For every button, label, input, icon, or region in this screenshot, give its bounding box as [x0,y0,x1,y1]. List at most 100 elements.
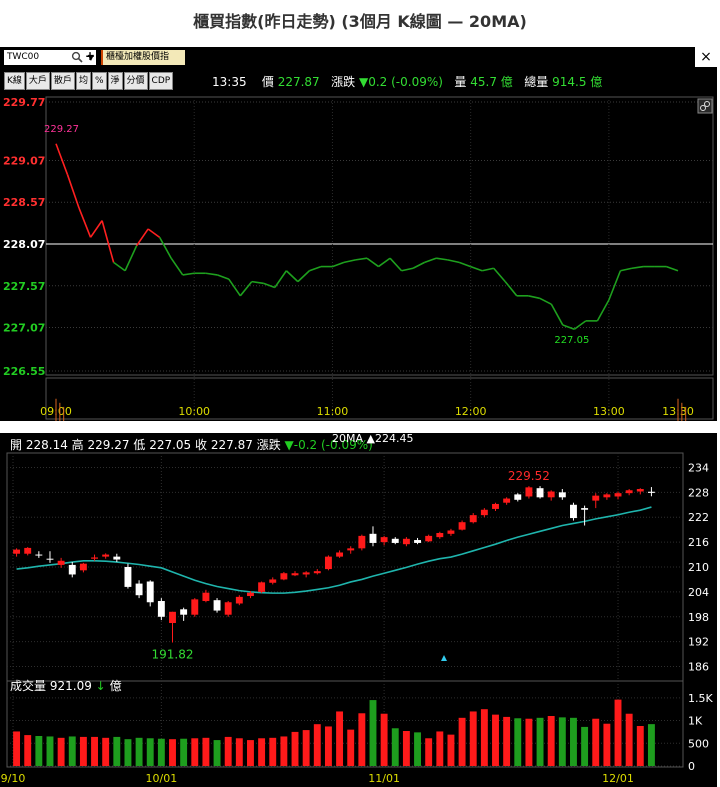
price-segment [113,261,126,272]
volume-bar [369,700,377,766]
volume-bar [547,716,555,766]
candle-body [402,538,410,545]
volume-bar [525,718,533,766]
candle-body [180,609,188,615]
candle-body [592,495,600,501]
y-tick-label: 222 [688,511,709,524]
price-segment [631,265,644,270]
search-icon[interactable] [71,51,83,63]
price-segment [401,267,414,272]
price-segment [147,228,161,238]
close-value: 227.87 [210,438,253,452]
low-value: 227.05 [149,438,192,452]
candle-body [57,560,65,565]
price-segment [539,297,552,305]
price-segment [135,228,149,247]
volume-bar [614,699,622,766]
price-segment [228,278,241,297]
daily-panel: 234 228 222 216 210 204 198 192 186 9/10 10/01 11/0… [0,432,717,787]
tab-2[interactable]: 散戶 [50,72,75,90]
x-tick-label: 12:00 [455,405,487,418]
tab-6[interactable]: 分價 [123,72,148,90]
price-segment [550,303,564,326]
y-tick-label: 228.07 [3,238,45,251]
quote-time: 13:35 [212,75,247,89]
price-segment [620,267,633,272]
volume-title-unit: 億 [109,679,122,693]
candle-body [581,508,589,510]
arrow-down-icon: ↓ [95,679,106,693]
page-title: 櫃買指數(昨日走勢) (3個月 K線圖 — 20MA) [193,12,527,31]
candle-body [46,558,54,560]
tab-1[interactable]: 大戶 [25,72,50,90]
high-value: 229.27 [87,438,130,452]
price-segment [389,257,403,272]
candle-body [536,488,544,498]
volume-tick-label: 1K [688,715,703,728]
y-tick-label: 216 [688,536,709,549]
daily-kline-chart: 234 228 222 216 210 204 198 192 186 9/10 10/01 11/0… [1,452,713,785]
candle-body [436,532,444,538]
volume-bar [169,739,176,766]
price-segment [424,257,437,264]
candle-body [558,492,566,498]
volume-bar [213,740,221,766]
volume-label: 量 [454,75,467,89]
price-segment [205,272,218,276]
candle-body [302,572,310,575]
volume-bar [492,714,499,766]
candle-body [570,504,577,519]
y-tick-label: 226.55 [3,365,45,378]
candle-body [202,592,210,602]
high-annotation: 229.27 [44,124,79,135]
candle-body [425,535,433,542]
close-icon[interactable]: × [695,47,717,67]
volume-title-label: 成交量 [10,679,47,693]
candle-body [13,549,21,554]
low-label: 低 [133,438,146,452]
volume-bar [336,711,344,766]
y-tick-label: 234 [688,461,709,474]
volume-bar [503,716,511,766]
volume-bar [391,728,399,766]
price-segment [124,245,138,272]
add-symbol-button[interactable]: + [85,49,95,63]
price-segment [285,270,299,283]
candle-body [380,537,388,543]
y-tick-label: 192 [688,636,709,649]
x-tick-label: 10:00 [178,405,210,418]
x-tick-label: 11:00 [317,405,349,418]
tab-3[interactable]: 均 [75,72,91,90]
tab-0[interactable]: K線 [4,72,25,90]
ohlc-bar: 開 228.14 高 229.27 低 227.05 收 227.87 漲跌 ▼… [10,436,373,453]
y-tick-label: 227.07 [3,322,45,335]
candle-body [79,563,87,571]
volume-bar [13,731,21,766]
price-segment [493,267,506,283]
x-tick-label: 11/01 [368,772,400,785]
price-segment [504,281,518,297]
tab-5[interactable]: 淨 [107,72,123,90]
intraday-panel: TWC00 ▼ + 櫃檯加權股價指 × K線 大戶 散戶均% 淨分價 CDP 13:35… [0,47,717,421]
price-segment [182,272,195,276]
volume-tick-label: 500 [688,737,709,750]
candle-body [469,515,477,523]
change-value: ▼0.2 (-0.09%) [359,75,443,89]
price-segment [562,324,575,330]
volume-bar [603,723,611,766]
x-tick-label: 10/01 [146,772,178,785]
volume-bar [570,717,577,766]
price-segment [170,257,184,276]
toolbar: TWC00 ▼ + 櫃檯加權股價指 × [0,47,717,67]
x-tick-label: 13:00 [593,405,625,418]
price-segment [309,265,322,272]
tab-7[interactable]: CDP [148,72,174,90]
y-tick-label: 229.07 [3,154,45,167]
link-icon[interactable] [697,98,713,114]
volume-value: 45.7 億 [470,75,513,89]
volume-bar [35,736,43,766]
volume-bar [79,736,87,766]
tab-4[interactable]: % [91,72,107,90]
open-label: 開 [10,438,23,452]
volume-bar [358,713,366,766]
